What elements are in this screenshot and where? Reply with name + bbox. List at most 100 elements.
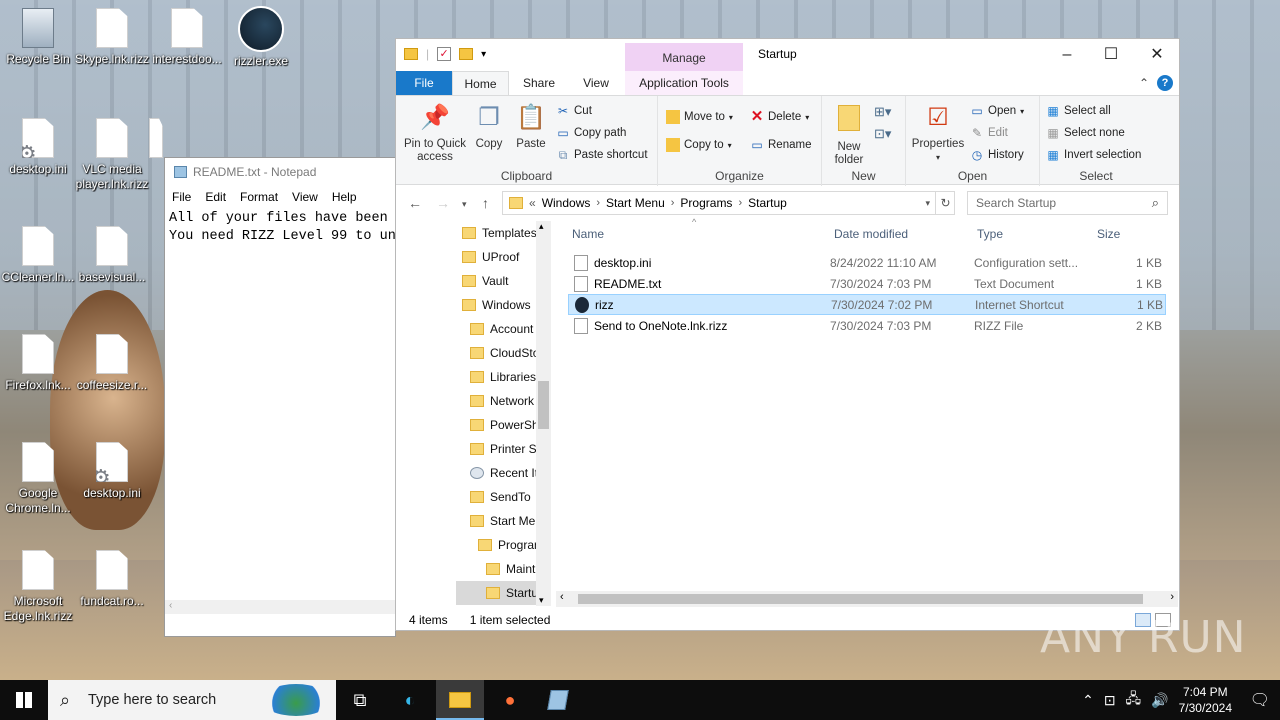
refresh-icon[interactable]: ↻ <box>935 192 955 214</box>
properties-check-icon[interactable]: ✓ <box>437 47 452 61</box>
column-header-size[interactable]: Size <box>1097 227 1120 241</box>
menu-help[interactable]: Help <box>332 190 357 204</box>
file-explorer-icon[interactable] <box>436 680 484 720</box>
chevron-right-icon[interactable]: › <box>671 197 675 209</box>
tab-home[interactable]: Home <box>452 71 509 95</box>
menu-view[interactable]: View <box>292 190 318 204</box>
notepad-titlebar[interactable]: README.txt - Notepad <box>165 158 395 186</box>
desktop-icon-interestdoo[interactable]: interestdoo... <box>149 8 225 67</box>
notepad-taskbar-icon[interactable] <box>534 680 582 720</box>
history-button[interactable]: ◷ History <box>970 148 1024 162</box>
desktop-icon-fundcat[interactable]: fundcat.ro... <box>74 550 150 609</box>
collapse-ribbon-icon[interactable]: ⌃ <box>1139 76 1149 90</box>
scrollbar-thumb[interactable] <box>538 381 549 429</box>
paste-button[interactable]: 📋 Paste <box>512 102 550 151</box>
notification-icon[interactable]: 🗨 <box>1250 690 1270 710</box>
desktop-icon-rizzler[interactable]: rizzler.exe <box>223 6 299 69</box>
network-icon[interactable]: 🖧 <box>1126 688 1142 712</box>
desktop-icon-desktop-ini[interactable]: desktop.ini <box>0 118 76 177</box>
navigation-pane-scrollbar[interactable]: ▴ ▾ <box>536 221 551 606</box>
desktop-icon-skype[interactable]: Skype.lnk.rizz <box>74 8 150 67</box>
scroll-down-icon[interactable]: ▾ <box>539 595 544 606</box>
file-list-horizontal-scrollbar[interactable]: ‹ › <box>556 591 1178 607</box>
address-dropdown-icon[interactable]: ▾ <box>925 198 930 209</box>
close-button[interactable]: ✕ <box>1134 39 1180 71</box>
new-folder-button[interactable]: New folder <box>828 102 870 167</box>
scroll-right-icon[interactable]: › <box>1170 591 1174 603</box>
minimize-button[interactable]: – <box>1044 39 1090 71</box>
open-button[interactable]: ▭ Open ▾ <box>970 104 1024 118</box>
copy-to-button[interactable]: Copy to ▾ <box>666 138 732 152</box>
help-icon[interactable]: ? <box>1157 75 1173 91</box>
taskbar-search[interactable]: ⌕ Type here to search <box>48 680 336 720</box>
explorer-titlebar[interactable]: | ✓ ▾ Manage Startup – ☐ ✕ <box>396 39 1180 74</box>
breadcrumb-start-menu[interactable]: Start Menu <box>606 196 665 210</box>
desktop-icon-vlc[interactable]: VLC media player.lnk.rizz <box>74 118 150 192</box>
copy-button[interactable]: ❐ Copy <box>472 102 506 151</box>
search-box[interactable]: Search Startup ⌕ <box>967 191 1168 215</box>
recent-locations-icon[interactable]: ▾ <box>462 199 467 210</box>
chevron-right-icon[interactable]: › <box>738 197 742 209</box>
paste-shortcut-button[interactable]: ⧉ Paste shortcut <box>556 148 648 162</box>
scroll-left-icon[interactable]: ‹ <box>169 600 172 611</box>
menu-edit[interactable]: Edit <box>205 190 226 204</box>
tab-application-tools[interactable]: Application Tools <box>625 71 743 95</box>
desktop-icon-microsoft-edge[interactable]: Microsoft Edge.lnk.rizz <box>0 550 76 624</box>
clock[interactable]: 7:04 PM 7/30/2024 <box>1179 684 1232 716</box>
menu-file[interactable]: File <box>172 190 191 204</box>
table-row-selected[interactable]: rizz 7/30/2024 7:02 PM Internet Shortcut… <box>568 294 1166 315</box>
breadcrumb-overflow[interactable]: « <box>529 196 536 210</box>
delete-button[interactable]: ✕ Delete ▾ <box>750 109 810 124</box>
copy-path-button[interactable]: ▭ Copy path <box>556 126 626 140</box>
desktop-icon-desktop-ini-2[interactable]: desktop.ini <box>74 442 150 501</box>
customize-qat-icon[interactable]: ▾ <box>481 49 486 60</box>
address-bar[interactable]: « Windows › Start Menu › Programs › Star… <box>502 191 955 215</box>
table-row[interactable]: Send to OneNote.lnk.rizz 7/30/2024 7:03 … <box>568 315 1166 336</box>
column-header-type[interactable]: Type <box>977 227 1003 241</box>
cut-button[interactable]: ✂ Cut <box>556 104 592 118</box>
easy-access-icon[interactable]: ⊡▾ <box>874 126 891 142</box>
notepad-horizontal-scrollbar[interactable]: ‹ <box>165 600 395 614</box>
column-header-name[interactable]: Name <box>572 227 604 241</box>
breadcrumb-programs[interactable]: Programs <box>680 196 732 210</box>
new-folder-icon[interactable] <box>459 48 474 60</box>
rename-button[interactable]: ▭ Rename <box>750 138 811 152</box>
task-view-icon[interactable]: ⧉ <box>336 680 384 720</box>
forward-arrow-icon[interactable]: → <box>436 195 450 211</box>
tab-file[interactable]: File <box>396 71 452 95</box>
explorer-window[interactable]: | ✓ ▾ Manage Startup – ☐ ✕ File Home Sha… <box>395 38 1180 631</box>
desktop-icon-recycle-bin[interactable]: Recycle Bin <box>0 8 76 67</box>
pin-to-quick-access-button[interactable]: 📌 Pin to Quick access <box>400 102 470 164</box>
breadcrumb-windows[interactable]: Windows <box>542 196 591 210</box>
notepad-text-area[interactable]: All of your files have been e You need RI… <box>165 208 395 620</box>
maximize-button[interactable]: ☐ <box>1088 39 1134 71</box>
scroll-up-icon[interactable]: ▴ <box>539 221 544 232</box>
desktop-icon-coffeesize[interactable]: coffeesize.r... <box>74 334 150 393</box>
scroll-left-icon[interactable]: ‹ <box>560 591 564 603</box>
tab-view[interactable]: View <box>569 71 623 95</box>
desktop-icon-google-chrome[interactable]: Google Chrome.ln... <box>0 442 76 516</box>
chevron-right-icon[interactable]: › <box>596 197 600 209</box>
desktop-icon-firefox[interactable]: Firefox.lnk... <box>0 334 76 393</box>
tab-share[interactable]: Share <box>513 71 565 95</box>
new-item-icon[interactable]: ⊞▾ <box>874 104 891 120</box>
move-to-button[interactable]: Move to ▾ <box>666 110 733 124</box>
file-list[interactable]: ^ Name Date modified Type Size desktop.i… <box>566 217 1169 591</box>
invert-selection-button[interactable]: ▦ Invert selection <box>1046 148 1141 162</box>
properties-button[interactable]: ☑ Properties ▾ <box>910 102 966 164</box>
tab-manage[interactable]: Manage <box>625 43 743 74</box>
scrollbar-thumb[interactable] <box>578 594 1143 604</box>
up-arrow-icon[interactable]: ↑ <box>482 195 489 211</box>
firefox-icon[interactable]: ● <box>486 680 534 720</box>
show-hidden-icons-icon[interactable]: ⌃ <box>1082 692 1094 709</box>
desktop-icon-ccleaner[interactable]: CCleaner.ln... <box>0 226 76 285</box>
select-none-button[interactable]: ▦ Select none <box>1046 126 1124 140</box>
back-arrow-icon[interactable]: ← <box>408 195 422 211</box>
volume-icon[interactable]: 🔊 <box>1151 692 1168 709</box>
edit-button[interactable]: ✎ Edit <box>970 126 1008 140</box>
column-header-date-modified[interactable]: Date modified <box>834 227 908 241</box>
table-row[interactable]: desktop.ini 8/24/2022 11:10 AM Configura… <box>568 252 1166 273</box>
menu-format[interactable]: Format <box>240 190 278 204</box>
table-row[interactable]: README.txt 7/30/2024 7:03 PM Text Docume… <box>568 273 1166 294</box>
breadcrumb-startup[interactable]: Startup <box>748 196 787 210</box>
